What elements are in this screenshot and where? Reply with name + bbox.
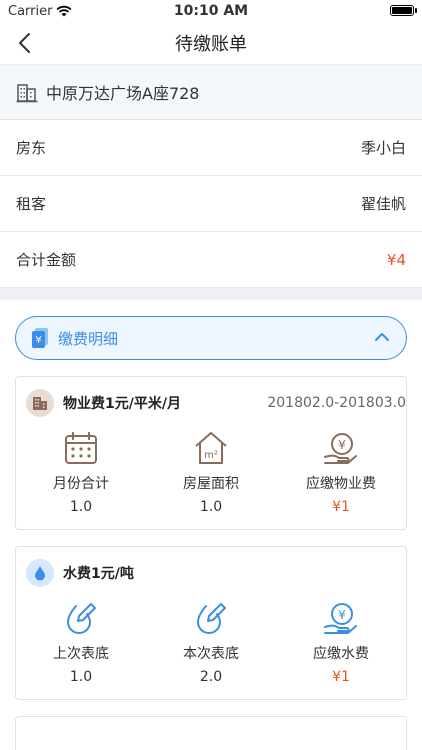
status-bar: Carrier 10:10 AM (0, 0, 422, 22)
property-fee-badge (26, 389, 54, 417)
water-fee-due-label: 应缴水费 (313, 646, 369, 662)
total-label: 合计金额 (16, 251, 77, 269)
page-title: 待缴账单 (175, 34, 247, 55)
house-area-label: 房屋面积 (183, 476, 239, 492)
tenant-label: 租客 (16, 195, 47, 213)
property-fee-card: 物业费1元/平米/月 201802.0-201803.0 月份合计 1.0 m²… (15, 376, 407, 530)
payment-detail-toggle[interactable]: ¥ 缴费明细 (15, 316, 407, 360)
current-reading-label: 本次表底 (183, 646, 239, 662)
landlord-row: 房东 季小白 (0, 120, 422, 176)
water-drop-icon (35, 566, 45, 581)
house-area-value: 1.0 (199, 499, 223, 515)
building-icon (16, 84, 38, 103)
bill-icon: ¥ (32, 328, 48, 348)
yen-hand-icon: ¥ (324, 433, 357, 464)
property-fee-items: 月份合计 1.0 m² 房屋面积 1.0 ¥ 应缴物业费 ¥1 (16, 429, 406, 529)
svg-text:m²: m² (204, 450, 218, 461)
svg-text:¥: ¥ (338, 438, 346, 452)
nav-bar: 待缴账单 (0, 22, 422, 64)
last-reading-label: 上次表底 (53, 646, 109, 662)
total-amount: ¥4 (386, 250, 406, 269)
calendar-icon (65, 431, 97, 464)
water-fee-card: 水费1元/吨 上次表底 1.0 本次表底 2.0 ¥ 应缴水费 ¥1 (15, 546, 407, 700)
month-total-label: 月份合计 (53, 476, 109, 492)
water-fee-due-cell: ¥ 应缴水费 ¥1 (276, 599, 406, 685)
water-fee-title: 水费1元/吨 (63, 566, 134, 582)
month-total-value: 1.0 (69, 499, 93, 515)
battery-icon (390, 5, 417, 16)
property-fee-due-value: ¥1 (332, 499, 350, 515)
property-fee-period: 201802.0-201803.0 (267, 395, 406, 411)
house-area-icon: m² (195, 432, 227, 464)
current-reading-value: 2.0 (199, 669, 223, 685)
status-time: 10:10 AM (173, 3, 249, 19)
payment-detail-section: ¥ 缴费明细 物业费1元/平米/月 201802.0-201803.0 月份合计… (0, 300, 422, 750)
property-address-row: 中原万达广场A座728 (0, 64, 422, 120)
property-fee-due-cell: ¥ 应缴物业费 ¥1 (276, 429, 406, 515)
next-fee-card (15, 716, 407, 750)
landlord-label: 房东 (16, 139, 47, 157)
landlord-value: 季小白 (360, 139, 406, 157)
meter-reading-icon (66, 603, 96, 634)
house-area-cell: m² 房屋面积 1.0 (146, 429, 276, 515)
back-chevron-icon[interactable] (14, 31, 38, 55)
property-fee-title: 物业费1元/平米/月 (63, 396, 181, 412)
water-fee-due-value: ¥1 (332, 669, 350, 685)
water-fee-items: 上次表底 1.0 本次表底 2.0 ¥ 应缴水费 ¥1 (16, 599, 406, 699)
svg-text:¥: ¥ (338, 608, 346, 622)
tenant-row: 租客 翟佳帆 (0, 176, 422, 232)
total-row: 合计金额 ¥4 (0, 232, 422, 288)
tenant-value: 翟佳帆 (360, 195, 406, 213)
yen-hand-icon: ¥ (324, 603, 357, 634)
property-fee-due-label: 应缴物业费 (306, 476, 376, 492)
payment-detail-label: 缴费明细 (58, 329, 119, 348)
property-fee-header: 物业费1元/平米/月 201802.0-201803.0 (16, 377, 406, 429)
meter-reading-icon (196, 603, 226, 634)
water-fee-header: 水费1元/吨 (16, 547, 406, 599)
chevron-up-icon[interactable] (374, 331, 390, 343)
address-text: 中原万达广场A座728 (46, 84, 200, 103)
water-fee-badge (26, 559, 54, 587)
last-reading-value: 1.0 (69, 669, 93, 685)
building-icon (33, 397, 47, 410)
svg-text:¥: ¥ (35, 335, 41, 346)
current-reading-cell: 本次表底 2.0 (146, 599, 276, 685)
month-total-cell: 月份合计 1.0 (16, 429, 146, 515)
last-reading-cell: 上次表底 1.0 (16, 599, 146, 685)
